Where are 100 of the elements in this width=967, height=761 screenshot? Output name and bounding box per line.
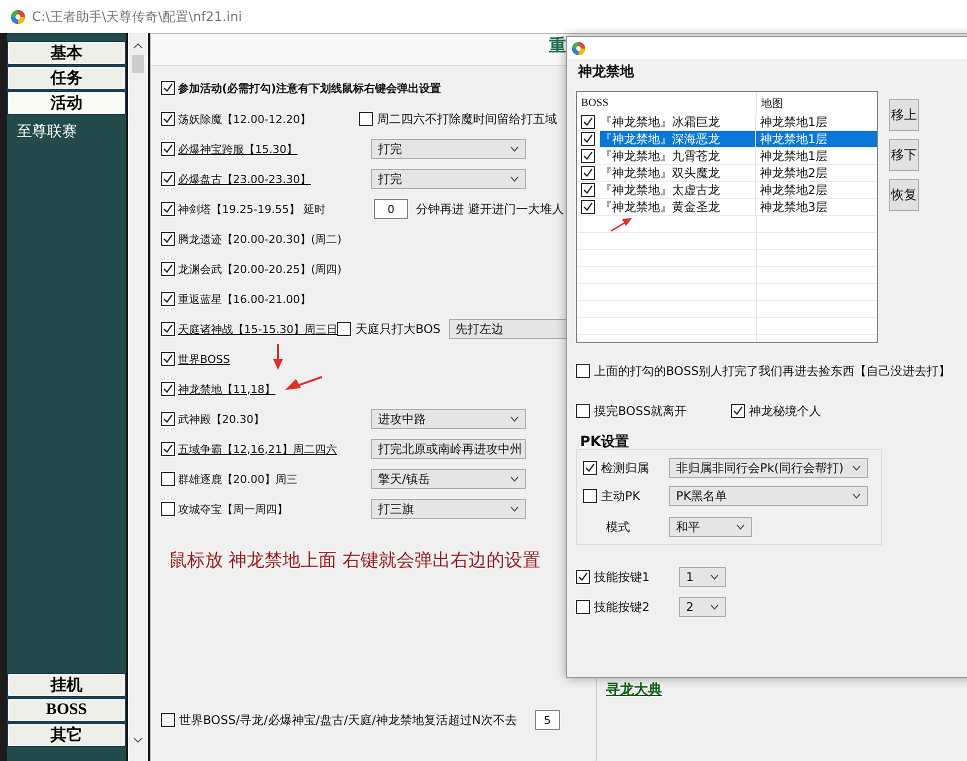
checkbox[interactable] — [161, 232, 175, 246]
activity-label[interactable]: 必爆神宝跨服【15.30】 — [178, 142, 298, 156]
checkbox[interactable] — [161, 713, 175, 727]
header-text: 重 — [549, 35, 566, 57]
map-cell[interactable]: 神龙禁地1层 — [756, 114, 877, 130]
checkbox[interactable] — [161, 382, 175, 396]
activity-label: 武神殿【20.30】 — [178, 412, 264, 426]
activity-label: 攻城夺宝【周一周四】 — [178, 502, 288, 516]
activity-label: 重返蓝星【16.00-21.00】 — [178, 292, 311, 306]
sidebar-tab[interactable]: 基本 — [7, 41, 126, 65]
checkbox[interactable] — [161, 352, 175, 366]
checkbox[interactable] — [576, 364, 590, 378]
dropdown[interactable]: 打完 — [371, 169, 526, 189]
boss-cell[interactable]: 『神龙禁地』太虚古龙 — [600, 182, 755, 198]
dropdown[interactable]: 进攻中路 — [371, 409, 526, 429]
checkbox[interactable] — [161, 322, 175, 336]
link[interactable]: 寻龙大典 — [606, 681, 967, 699]
checkbox[interactable] — [161, 442, 175, 456]
checkbox[interactable] — [161, 412, 175, 426]
checkbox[interactable] — [731, 404, 745, 418]
sidebar-tab[interactable]: 任务 — [7, 66, 126, 90]
activity-label: 神剑塔【19.25-19.55】 延时 — [178, 202, 326, 216]
arrow-icon — [285, 376, 323, 392]
boss-cell[interactable]: 『神龙禁地』九霄苍龙 — [600, 148, 755, 164]
checkbox[interactable] — [581, 200, 595, 214]
checkbox[interactable] — [576, 600, 590, 614]
dialog-button[interactable]: 移下 — [889, 139, 919, 171]
column-header[interactable]: BOSS — [581, 97, 609, 109]
checkbox[interactable] — [161, 472, 175, 486]
checkbox-label: 参加活动(必需打勾)注意有下划线鼠标右键会弹出设置 — [178, 80, 442, 96]
checkbox[interactable] — [161, 292, 175, 306]
arrow-icon — [610, 218, 632, 232]
map-cell[interactable]: 神龙禁地1层 — [756, 131, 877, 147]
checkbox-label: 技能按键2 — [594, 598, 650, 616]
dialog-button[interactable]: 移上 — [889, 99, 919, 131]
checkbox[interactable] — [581, 166, 595, 180]
activity-label[interactable]: 世界BOSS — [178, 352, 230, 366]
chevron-icon — [510, 416, 519, 422]
checkbox[interactable] — [581, 183, 595, 197]
boss-cell[interactable]: 『神龙禁地』黄金圣龙 — [600, 199, 755, 215]
chevron-icon — [510, 176, 519, 182]
dropdown[interactable]: PK黑名单 — [669, 486, 868, 506]
dropdown[interactable]: 打三旗 — [371, 499, 526, 519]
map-cell[interactable]: 神龙禁地3层 — [756, 199, 877, 215]
checkbox[interactable] — [161, 81, 175, 95]
checkbox[interactable] — [583, 461, 597, 475]
dropdown[interactable]: 打完 — [371, 139, 526, 159]
checkbox[interactable] — [161, 202, 175, 216]
checkbox[interactable] — [161, 502, 175, 516]
dropdown[interactable]: 打完北原或南岭再进攻中州 — [371, 439, 526, 459]
dropdown[interactable]: 非归属非同行会Pk(同行会帮打) — [669, 458, 868, 478]
column-header[interactable]: 地图 — [757, 96, 783, 110]
checkbox[interactable] — [161, 262, 175, 276]
activity-label[interactable]: 神龙禁地【11,18】 — [178, 382, 276, 396]
sidebar-item[interactable]: 至尊联赛 — [7, 116, 126, 147]
number-field[interactable]: 0 — [374, 199, 408, 219]
checkbox-label: 天庭只打大BOS — [355, 320, 441, 338]
checkbox[interactable] — [581, 149, 595, 163]
boss-cell[interactable]: 『神龙禁地』冰霜巨龙 — [600, 114, 755, 130]
map-cell[interactable]: 神龙禁地2层 — [756, 165, 877, 181]
checkbox[interactable] — [583, 489, 597, 503]
checkbox-label: 世界BOSS/寻龙/必爆神宝/盘古/天庭/神龙禁地复活超过N次不去 — [179, 712, 517, 728]
activity-label[interactable]: 天庭诸神战【15-15.30】周三日 — [178, 322, 338, 336]
checkbox[interactable] — [576, 570, 590, 584]
boss-cell[interactable]: 『神龙禁地』双头魔龙 — [600, 165, 755, 181]
checkbox[interactable] — [161, 112, 175, 126]
map-cell[interactable]: 神龙禁地2层 — [756, 182, 877, 198]
checkbox-label: 周二四六不打除魔时间留给打五域 — [377, 110, 557, 128]
checkbox-label: 神龙秘境个人 — [749, 402, 821, 420]
activity-label[interactable]: 五域争霸【12,16,21】周二四六 — [178, 442, 337, 456]
chevron-icon — [852, 493, 861, 499]
dropdown[interactable]: 1 — [679, 567, 726, 587]
dropdown[interactable]: 和平 — [669, 517, 752, 537]
chevron-icon — [510, 506, 519, 512]
group-title: PK设置 — [580, 433, 630, 451]
sidebar-tab[interactable]: BOSS — [7, 698, 126, 722]
chevron-icon — [710, 574, 719, 580]
scrollbar[interactable] — [128, 33, 148, 761]
activity-label[interactable]: 必爆盘古【23.00-23.30】 — [178, 172, 311, 186]
scroll-thumb[interactable] — [132, 55, 144, 73]
sidebar-tab[interactable]: 活动 — [7, 91, 126, 115]
checkbox-label: 摸完BOSS就离开 — [594, 402, 687, 420]
sidebar-tab[interactable]: 挂机 — [7, 673, 126, 697]
sidebar-tab[interactable]: 其它 — [7, 723, 126, 747]
checkbox[interactable] — [161, 142, 175, 156]
app-logo-icon — [10, 8, 26, 24]
checkbox[interactable] — [337, 322, 352, 336]
boss-cell[interactable]: 『神龙禁地』深海恶龙 — [600, 131, 755, 147]
checkbox[interactable] — [581, 115, 595, 129]
dialog-button[interactable]: 恢复 — [889, 179, 919, 211]
checkbox[interactable] — [576, 404, 590, 418]
dropdown[interactable]: 擎天/镇岳 — [371, 469, 526, 489]
checkbox[interactable] — [359, 112, 373, 126]
map-cell[interactable]: 神龙禁地1层 — [756, 148, 877, 164]
number-field[interactable]: 5 — [534, 710, 560, 730]
checkbox[interactable] — [161, 172, 175, 186]
field-label: 主动PK — [601, 488, 640, 504]
checkbox[interactable] — [581, 132, 595, 146]
dropdown[interactable]: 2 — [679, 597, 726, 617]
checkbox-label: 上面的打勾的BOSS别人打完了我们再进去捡东西【自己没进去打】 — [594, 362, 951, 380]
